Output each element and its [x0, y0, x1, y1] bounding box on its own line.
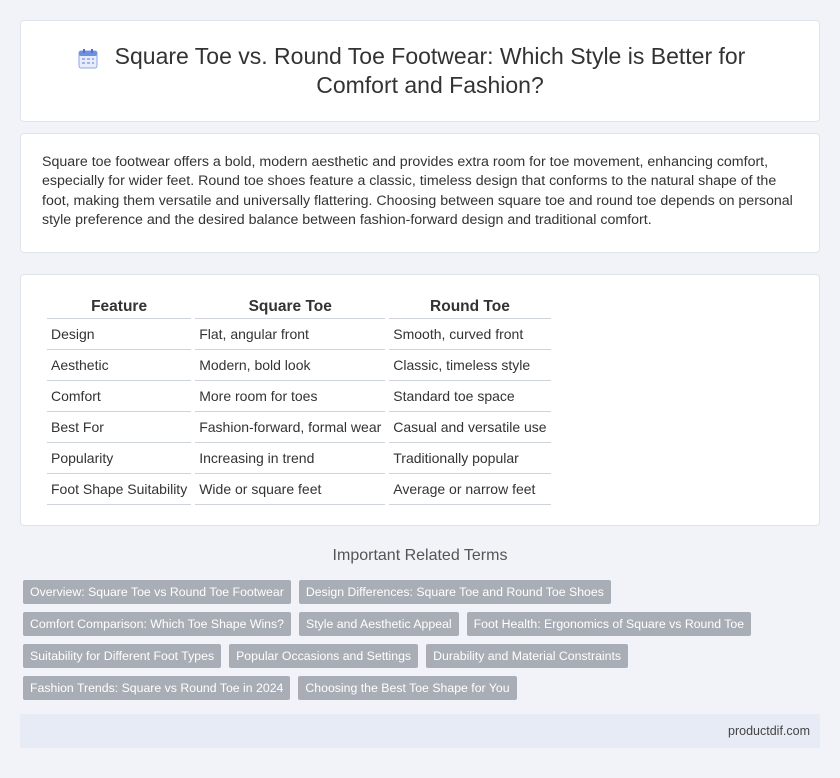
table-cell: Casual and versatile use [389, 412, 551, 443]
table-cell: Average or narrow feet [389, 474, 551, 505]
table-cell: Comfort [47, 381, 192, 412]
related-term-link[interactable]: Durability and Material Constraints [426, 644, 629, 668]
related-term-link[interactable]: Fashion Trends: Square vs Round Toe in 2… [23, 676, 291, 700]
table-cell: Design [47, 319, 192, 350]
table-row: Design Flat, angular front Smooth, curve… [47, 319, 551, 350]
comparison-table: Feature Square Toe Round Toe Design Flat… [43, 295, 555, 505]
summary-text: Square toe footwear offers a bold, moder… [42, 154, 793, 228]
table-cell: Flat, angular front [195, 319, 386, 350]
table-cell: Popularity [47, 443, 192, 474]
table-row: Aesthetic Modern, bold look Classic, tim… [47, 350, 551, 381]
related-terms-heading: Important Related Terms [332, 547, 508, 564]
table-row: Popularity Increasing in trend Tradition… [47, 443, 551, 474]
table-cell: Best For [47, 412, 192, 443]
title-card: Square Toe vs. Round Toe Footwear: Which… [20, 20, 820, 122]
table-cell: More room for toes [195, 381, 386, 412]
table-cell: Increasing in trend [195, 443, 386, 474]
table-cell: Foot Shape Suitability [47, 474, 192, 505]
table-cell: Fashion-forward, formal wear [195, 412, 386, 443]
table-cell: Smooth, curved front [389, 319, 551, 350]
footer: productdif.com [20, 714, 820, 748]
comparison-card: Feature Square Toe Round Toe Design Flat… [20, 274, 820, 526]
related-term-link[interactable]: Overview: Square Toe vs Round Toe Footwe… [23, 580, 291, 604]
table-row: Best For Fashion-forward, formal wear Ca… [47, 412, 551, 443]
table-cell: Wide or square feet [195, 474, 386, 505]
related-term-link[interactable]: Popular Occasions and Settings [229, 644, 419, 668]
table-cell: Modern, bold look [195, 350, 386, 381]
related-term-link[interactable]: Design Differences: Square Toe and Round… [298, 580, 611, 604]
table-row: Comfort More room for toes Standard toe … [47, 381, 551, 412]
column-header: Round Toe [389, 295, 551, 319]
related-term-link[interactable]: Suitability for Different Foot Types [23, 644, 222, 668]
table-cell: Aesthetic [47, 350, 192, 381]
table-cell: Standard toe space [389, 381, 551, 412]
column-header: Square Toe [195, 295, 386, 319]
table-cell: Traditionally popular [389, 443, 551, 474]
footer-site-link[interactable]: productdif.com [728, 724, 810, 738]
related-term-link[interactable]: Foot Health: Ergonomics of Square vs Rou… [466, 612, 752, 636]
table-row: Foot Shape Suitability Wide or square fe… [47, 474, 551, 505]
page-title: Square Toe vs. Round Toe Footwear: Which… [114, 43, 746, 98]
related-terms-list: Overview: Square Toe vs Round Toe Footwe… [23, 580, 783, 700]
related-term-link[interactable]: Style and Aesthetic Appeal [299, 612, 459, 636]
related-term-link[interactable]: Comfort Comparison: Which Toe Shape Wins… [23, 612, 292, 636]
table-header-row: Feature Square Toe Round Toe [47, 295, 551, 319]
column-header: Feature [47, 295, 192, 319]
table-cell: Classic, timeless style [389, 350, 551, 381]
related-term-link[interactable]: Choosing the Best Toe Shape for You [298, 676, 517, 700]
summary-card: Square toe footwear offers a bold, moder… [20, 133, 820, 253]
